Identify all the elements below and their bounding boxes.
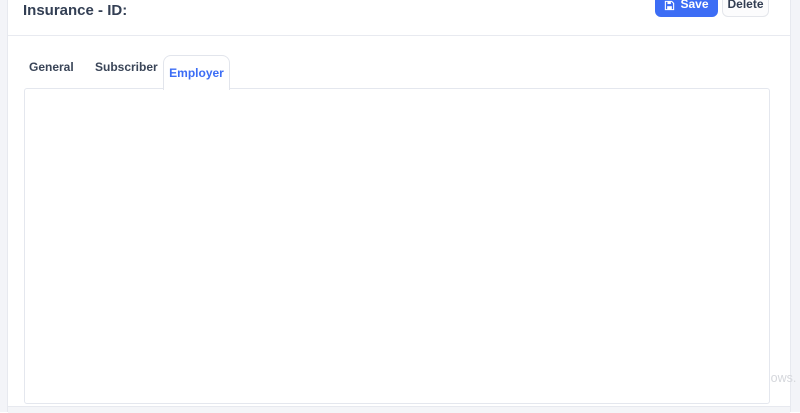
page-title: Insurance - ID:: [23, 2, 128, 19]
save-icon: [664, 0, 675, 11]
header-divider: [8, 35, 790, 36]
page: Insurance - ID: Save Delete General Subs…: [0, 0, 800, 413]
employer-tab-panel: [24, 88, 770, 404]
right-edge-scrollbar-track[interactable]: [790, 0, 800, 412]
tab-subscriber[interactable]: Subscriber: [95, 60, 158, 74]
delete-button-label: Delete: [727, 0, 764, 11]
save-button[interactable]: Save: [655, 0, 718, 17]
tab-employer[interactable]: Employer: [163, 55, 230, 90]
tab-general[interactable]: General: [29, 60, 74, 74]
tab-employer-label: Employer: [169, 66, 224, 80]
left-edge-gutter: [0, 0, 8, 412]
save-button-label: Save: [680, 0, 709, 11]
delete-button[interactable]: Delete: [722, 0, 769, 17]
